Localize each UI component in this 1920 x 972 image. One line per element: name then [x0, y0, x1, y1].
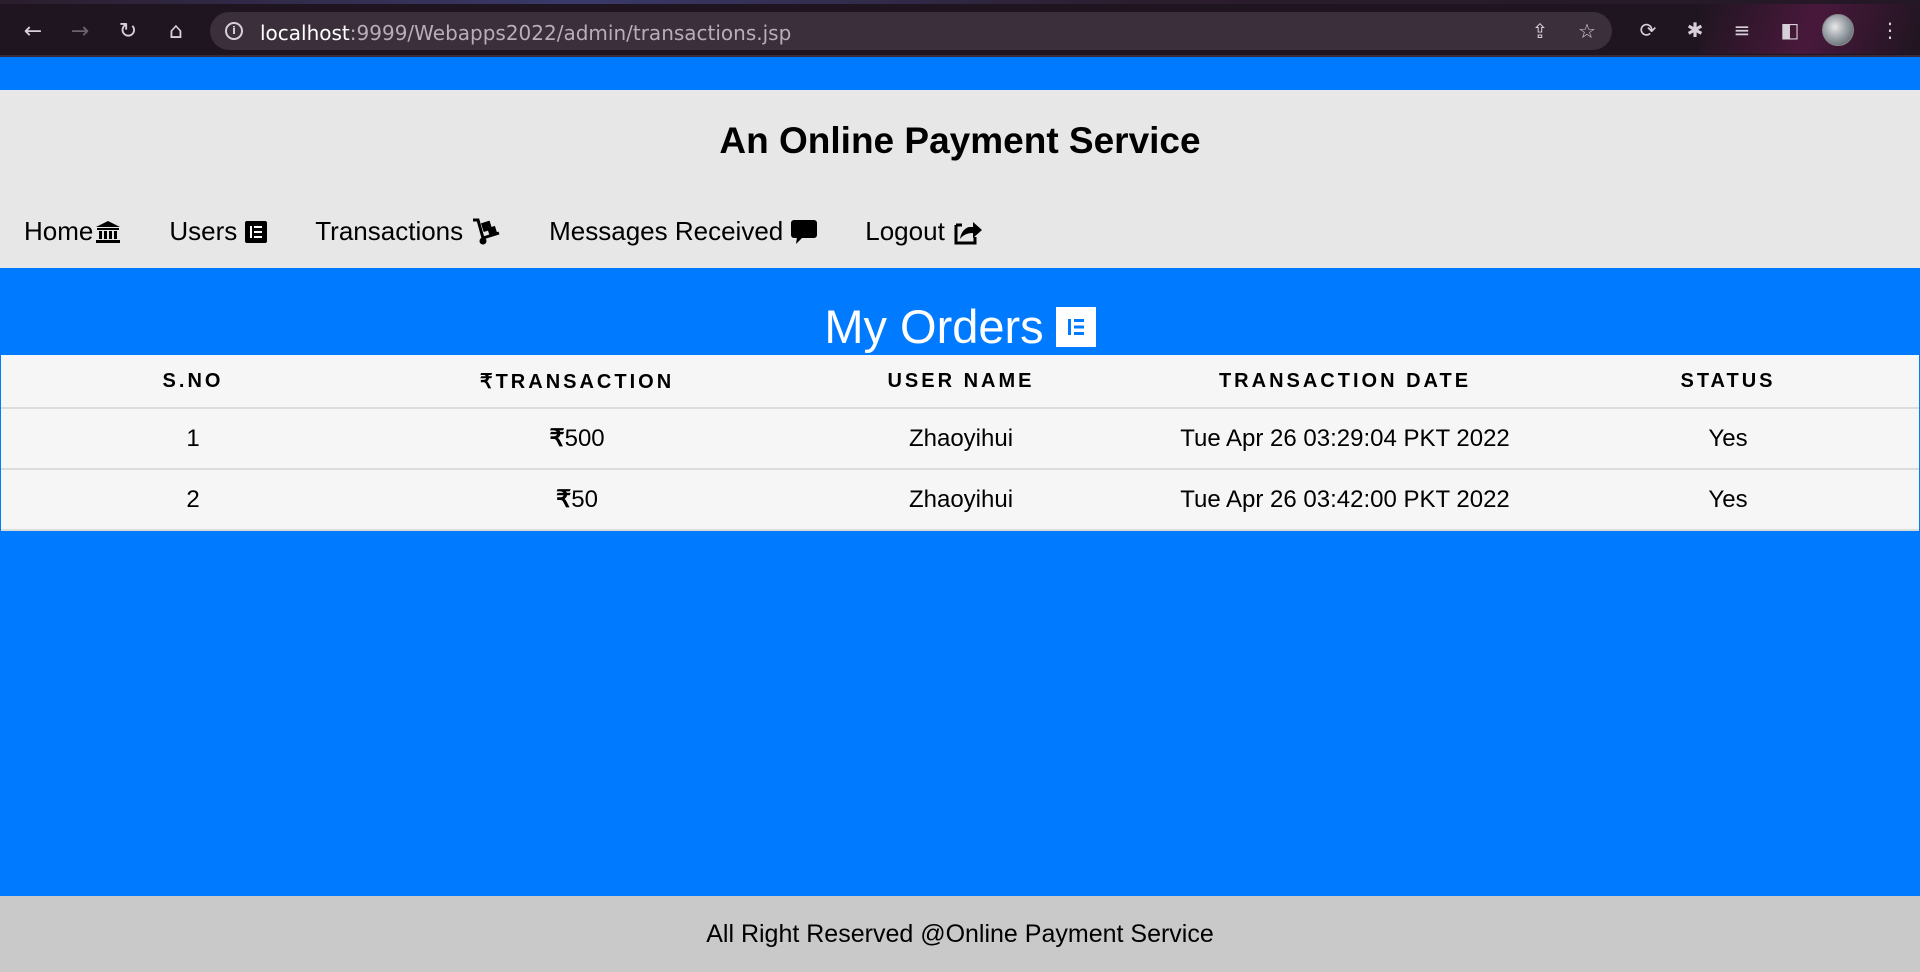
sync-icon[interactable]: ⟳ [1633, 15, 1663, 45]
reload-icon[interactable]: ↻ [110, 13, 146, 49]
nav-transactions-label: Transactions [315, 216, 464, 246]
share-out-icon [953, 219, 983, 245]
nav-messages[interactable]: Messages Received [549, 216, 818, 247]
cell-sno: 2 [1, 469, 385, 531]
nav-users[interactable]: Users [169, 216, 268, 247]
speech-bubble-icon [791, 219, 818, 245]
cell-status: Yes [1537, 408, 1919, 470]
cell-user: Zhaoyihui [769, 469, 1153, 531]
orders-table-container: S.NO ₹TRANSACTION USER NAME TRANSACTION … [1, 355, 1919, 531]
nav-transactions[interactable]: Transactions [315, 216, 501, 247]
table-row: 1 ₹500 Zhaoyihui Tue Apr 26 03:29:04 PKT… [1, 408, 1919, 470]
col-status: STATUS [1537, 355, 1919, 409]
col-user-name: USER NAME [769, 355, 1153, 409]
table-row: 2 ₹50 Zhaoyihui Tue Apr 26 03:42:00 PKT … [1, 469, 1919, 531]
cell-date: Tue Apr 26 03:42:00 PKT 2022 [1153, 469, 1537, 531]
rupee-icon: ₹ [556, 486, 572, 513]
hand-truck-icon [471, 218, 501, 246]
amount-value: 500 [564, 425, 605, 452]
nav-home[interactable]: Home [24, 216, 121, 247]
cell-amount: ₹50 [385, 469, 769, 531]
orders-heading: My Orders [0, 299, 1920, 354]
extensions-icon[interactable]: ✱ [1680, 15, 1710, 45]
site-header: An Online Payment Service Home Users Tra… [0, 90, 1920, 268]
info-icon[interactable]: i [225, 22, 243, 40]
list-icon [245, 220, 268, 243]
nav-logout[interactable]: Logout [865, 216, 983, 247]
share-icon[interactable]: ⇪ [1527, 18, 1553, 44]
nav-users-label: Users [169, 216, 238, 246]
list-icon [1055, 306, 1096, 347]
site-footer: All Right Reserved @Online Payment Servi… [0, 896, 1920, 972]
orders-table: S.NO ₹TRANSACTION USER NAME TRANSACTION … [1, 355, 1919, 531]
back-arrow-icon[interactable]: ← [15, 13, 51, 49]
cell-date: Tue Apr 26 03:29:04 PKT 2022 [1153, 408, 1537, 470]
kebab-menu-icon[interactable]: ⋮ [1875, 15, 1905, 45]
side-panel-icon[interactable]: ◧ [1775, 15, 1805, 45]
amount-value: 50 [571, 486, 598, 513]
cell-sno: 1 [1, 408, 385, 470]
bank-icon [95, 220, 121, 244]
url-text[interactable]: localhost:9999/Webapps2022/admin/transac… [260, 21, 791, 45]
nav-home-label: Home [24, 216, 94, 246]
address-bar[interactable]: i localhost:9999/Webapps2022/admin/trans… [210, 12, 1612, 50]
orders-title-text: My Orders [824, 300, 1044, 353]
cell-status: Yes [1537, 469, 1919, 531]
forward-arrow-icon[interactable]: → [62, 13, 98, 49]
table-header-row: S.NO ₹TRANSACTION USER NAME TRANSACTION … [1, 355, 1919, 409]
cell-amount: ₹500 [385, 408, 769, 470]
browser-toolbar: ← → ↻ ⌂ i localhost:9999/Webapps2022/adm… [0, 0, 1920, 57]
page: An Online Payment Service Home Users Tra… [0, 59, 1920, 972]
nav-logout-label: Logout [865, 216, 945, 246]
rupee-icon: ₹ [549, 425, 565, 452]
col-transaction: ₹TRANSACTION [385, 355, 769, 409]
cell-user: Zhaoyihui [769, 408, 1153, 470]
col-transaction-date: TRANSACTION DATE [1153, 355, 1537, 409]
col-sno: S.NO [1, 355, 385, 409]
star-icon[interactable]: ☆ [1574, 18, 1600, 44]
nav-messages-label: Messages Received [549, 216, 784, 246]
main-nav: Home Users Transactions Messages Receive… [24, 216, 983, 247]
tab-strip [0, 0, 1920, 4]
media-queue-icon[interactable]: ≡ [1727, 15, 1757, 45]
home-icon[interactable]: ⌂ [158, 13, 194, 49]
site-title: An Online Payment Service [719, 120, 1201, 161]
profile-avatar[interactable] [1822, 14, 1854, 46]
